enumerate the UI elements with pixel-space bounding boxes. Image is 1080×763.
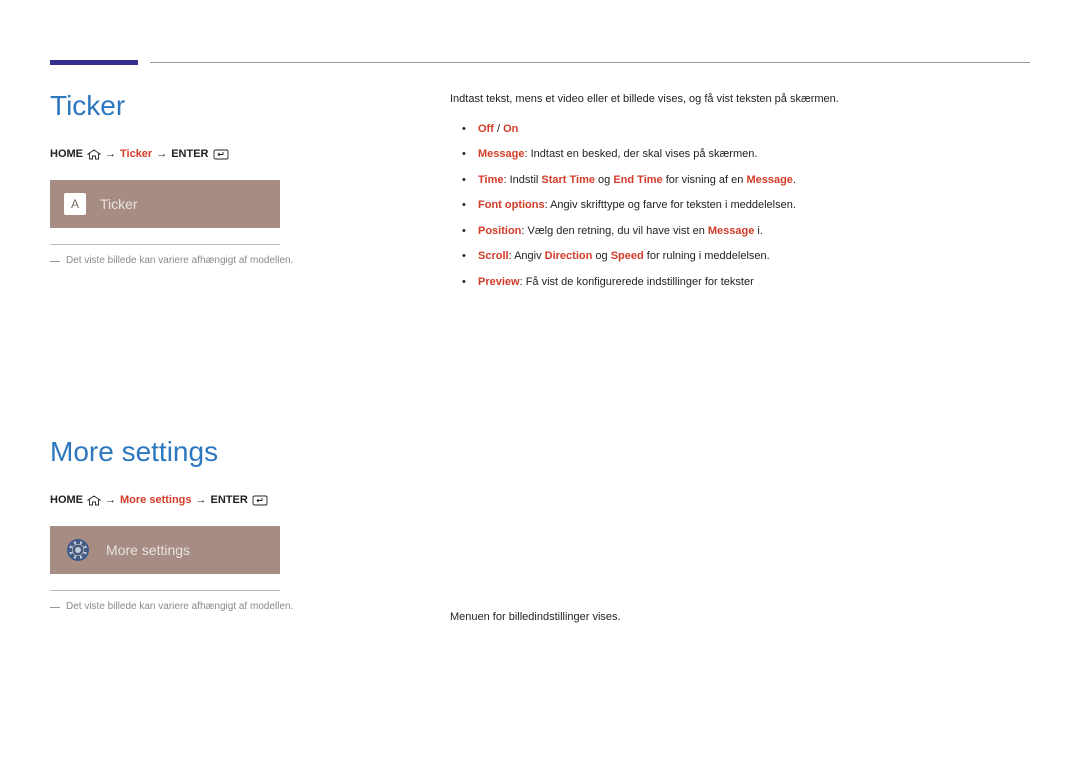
kw-scroll: Scroll — [478, 250, 509, 262]
kw-time-message: Message — [746, 174, 792, 186]
kw-font: Font options — [478, 199, 545, 211]
txt-scroll-1: : Angiv — [509, 250, 545, 262]
sep-off-on: / — [494, 123, 503, 135]
divider — [50, 244, 280, 245]
arrow-1b: → — [105, 494, 116, 506]
txt-time-1: : Indstil — [503, 174, 541, 186]
kw-message: Message — [478, 148, 524, 160]
bullet-position: Position: Vælg den retning, du vil have … — [450, 223, 1030, 240]
kw-end-time: End Time — [613, 174, 662, 186]
breadcrumb-home-2: HOME — [50, 494, 83, 506]
bullet-font: Font options: Angiv skrifttype og farve … — [450, 197, 1030, 214]
txt-pos-2: i. — [754, 225, 763, 237]
txt-font: : Angiv skrifttype og farve for teksten … — [545, 199, 796, 211]
ticker-heading: Ticker — [50, 90, 380, 122]
ticker-a-icon: A — [64, 193, 86, 215]
ticker-intro: Indtast tekst, mens et video eller et bi… — [450, 90, 1030, 109]
ticker-note: Det viste billede kan variere afhængigt … — [50, 255, 380, 266]
top-bar-accent — [50, 60, 138, 65]
arrow-2b: → — [196, 494, 207, 506]
txt-scroll-2: og — [592, 250, 610, 262]
more-settings-tile[interactable]: More settings — [50, 526, 280, 574]
breadcrumb-home: HOME — [50, 148, 83, 160]
divider-2 — [50, 590, 280, 591]
bullet-preview: Preview: Få vist de konfigurerede indsti… — [450, 274, 1030, 291]
kw-on: On — [503, 123, 518, 135]
kw-pos-message: Message — [708, 225, 754, 237]
kw-start-time: Start Time — [541, 174, 595, 186]
enter-icon — [213, 149, 229, 160]
txt-time-4: . — [793, 174, 796, 186]
ticker-note-text: Det viste billede kan variere afhængigt … — [66, 255, 293, 266]
breadcrumb-item-ticker: Ticker — [120, 148, 152, 160]
bullet-off-on: Off / On — [450, 121, 1030, 138]
ticker-tile-label: Ticker — [100, 196, 138, 212]
arrow-1: → — [105, 148, 116, 160]
gear-icon — [64, 536, 92, 564]
txt-time-3: for visning af en — [663, 174, 747, 186]
arrow-2: → — [156, 148, 167, 160]
more-settings-note-text: Det viste billede kan variere afhængigt … — [66, 601, 293, 612]
txt-pos-1: : Vælg den retning, du vil have vist en — [521, 225, 708, 237]
bullet-scroll: Scroll: Angiv Direction og Speed for rul… — [450, 248, 1030, 265]
breadcrumb-enter: ENTER — [171, 148, 208, 160]
note-dash-icon — [50, 607, 60, 608]
kw-direction: Direction — [545, 250, 593, 262]
top-bar-line — [150, 62, 1030, 63]
enter-icon — [252, 495, 268, 506]
ticker-bullet-list: Off / On Message: Indtast en besked, der… — [450, 121, 1030, 291]
ticker-tile[interactable]: A Ticker — [50, 180, 280, 228]
txt-scroll-3: for rulning i meddelelsen. — [644, 250, 770, 262]
bullet-time: Time: Indstil Start Time og End Time for… — [450, 172, 1030, 189]
note-dash-icon — [50, 261, 60, 262]
more-settings-note: Det viste billede kan variere afhængigt … — [50, 601, 380, 612]
more-settings-intro: Menuen for billedindstillinger vises. — [450, 608, 1030, 627]
more-settings-heading: More settings — [50, 436, 380, 468]
breadcrumb-enter-2: ENTER — [211, 494, 248, 506]
kw-speed: Speed — [611, 250, 644, 262]
txt-preview: : Få vist de konfigurerede indstillinger… — [520, 276, 754, 288]
txt-message: : Indtast en besked, der skal vises på s… — [524, 148, 757, 160]
txt-time-2: og — [595, 174, 613, 186]
kw-time: Time — [478, 174, 503, 186]
ticker-breadcrumb: HOME → Ticker → ENTER — [50, 148, 380, 160]
home-icon — [87, 149, 101, 160]
breadcrumb-item-more: More settings — [120, 494, 192, 506]
bullet-message: Message: Indtast en besked, der skal vis… — [450, 146, 1030, 163]
kw-off: Off — [478, 123, 494, 135]
top-rule — [50, 62, 1030, 64]
more-settings-breadcrumb: HOME → More settings → ENTER — [50, 494, 380, 506]
home-icon — [87, 495, 101, 506]
more-settings-tile-label: More settings — [106, 542, 190, 558]
kw-preview: Preview — [478, 276, 520, 288]
kw-position: Position — [478, 225, 521, 237]
